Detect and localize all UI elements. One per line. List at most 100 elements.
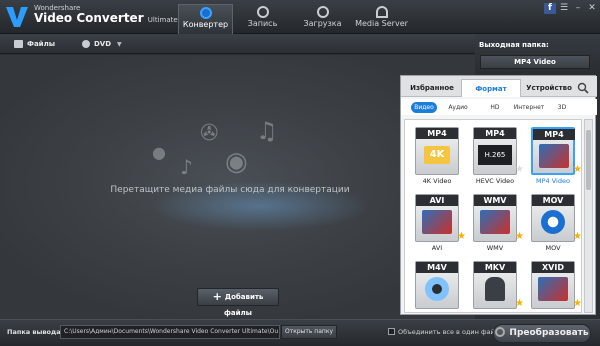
- output-folder-label: Папка вывода: [7, 328, 61, 336]
- tab-burn-label: Запись: [247, 19, 278, 28]
- open-folder-button[interactable]: Открыть папку: [281, 325, 337, 339]
- m4v-icon: M4V: [415, 261, 459, 309]
- files-label: Файлы: [27, 40, 56, 48]
- format-badge: AVI: [416, 195, 458, 206]
- subtab-internet[interactable]: Интернет: [513, 102, 545, 113]
- toolbar: Файлы DVD ▼: [0, 34, 475, 54]
- add-files-button[interactable]: + Добавить файлы: [197, 288, 279, 317]
- avi-icon: AVI: [415, 194, 459, 242]
- format-badge: MP4: [474, 128, 516, 139]
- format-sub-badge: H.265: [478, 145, 512, 165]
- camera-icon: ●: [152, 143, 166, 162]
- merge-all-option[interactable]: Объединить все в один файл: [388, 328, 499, 336]
- tab-format[interactable]: Формат: [461, 79, 521, 97]
- format-name: 4K Video: [422, 177, 452, 185]
- format-hevc-video[interactable]: MP4 H.265 ★ HEVC Video: [467, 123, 524, 189]
- format-wmv[interactable]: WMV ★ WMV: [467, 190, 524, 256]
- format-4k-video[interactable]: MP4 4K 4K Video: [409, 123, 465, 189]
- format-mov[interactable]: MOV ★ MOV: [525, 190, 581, 256]
- tab-converter-label: Конвертер: [182, 20, 229, 29]
- merge-label: Объединить все в один файл: [398, 328, 499, 336]
- format-grid: MP4 4K 4K Video MP4 H.265 ★ HEVC Video M…: [404, 119, 582, 313]
- format-badge: WMV: [474, 195, 516, 206]
- burn-icon: [256, 6, 269, 18]
- brand-name: Video Converter Ultimate: [34, 11, 178, 25]
- convert-label: Преобразовать: [509, 328, 589, 338]
- format-mp4-video[interactable]: MP4 ★ MP4 Video: [525, 123, 581, 189]
- film-icon: [539, 144, 569, 168]
- drop-hint: Перетащите медиа файлы сюда для конверта…: [110, 185, 350, 195]
- tab-download[interactable]: Загрузка: [295, 4, 350, 34]
- tab-converter[interactable]: Конвертер: [178, 4, 233, 34]
- app-logo-icon: [6, 7, 28, 27]
- menu-icon[interactable]: ☰: [558, 3, 570, 14]
- chevron-down-icon[interactable]: ▼: [117, 38, 122, 51]
- disc-icon: [82, 40, 90, 48]
- format-dropdown: Избранное Формат Устройство Видео Аудио …: [400, 75, 597, 315]
- star-icon: ★: [515, 298, 524, 309]
- star-icon: ★: [515, 231, 524, 242]
- format-xvid[interactable]: XVID ★: [525, 257, 581, 312]
- film-reel-icon: ✇: [200, 121, 219, 146]
- merge-checkbox[interactable]: [388, 328, 395, 335]
- format-badge: XVID: [532, 262, 574, 273]
- subtab-video[interactable]: Видео: [411, 102, 437, 113]
- output-folder-path[interactable]: C:\Users\Админ\Documents\Wondershare Vid…: [60, 325, 280, 339]
- dvd-button[interactable]: DVD ▼: [82, 38, 122, 51]
- convert-button[interactable]: Преобразовать: [493, 324, 591, 343]
- quicktime-icon: [541, 210, 565, 234]
- subtab-audio[interactable]: Аудио: [445, 102, 471, 113]
- add-files-toolbar-button[interactable]: Файлы: [14, 38, 55, 51]
- wifi-icon: [375, 6, 388, 18]
- format-grid-scrollbar[interactable]: [584, 119, 593, 313]
- brand: Wondershare Video Converter Ultimate: [34, 4, 178, 25]
- music-note-icon: ♪: [180, 155, 193, 179]
- itunes-icon: [425, 277, 449, 301]
- tab-media-server[interactable]: Media Server: [354, 4, 409, 34]
- mkv-icon: MKV: [473, 261, 517, 309]
- close-icon[interactable]: ✕: [586, 3, 598, 14]
- format-mkv[interactable]: MKV ★: [467, 257, 524, 312]
- scrollbar-thumb[interactable]: [586, 130, 591, 190]
- search-icon[interactable]: [577, 82, 589, 94]
- film-icon: [480, 210, 510, 234]
- disc-icon: ◉: [225, 147, 248, 177]
- subtab-3d[interactable]: 3D: [555, 102, 569, 113]
- format-name: MP4 Video: [536, 177, 570, 185]
- xvid-icon: XVID: [531, 261, 575, 309]
- add-files-label: Добавить файлы: [223, 293, 264, 317]
- file-icon: [14, 40, 23, 48]
- bottom-bar: Папка вывода C:\Users\Админ\Documents\Wo…: [0, 319, 600, 346]
- mp4-icon: MP4 4K: [415, 127, 459, 175]
- music-note-icon: ♫: [256, 117, 278, 145]
- format-badge: MKV: [474, 262, 516, 273]
- format-avi[interactable]: AVI ★ AVI: [409, 190, 466, 256]
- format-name: AVI: [431, 244, 443, 252]
- format-name: MOV: [545, 244, 561, 252]
- brand-edition: Ultimate: [147, 16, 178, 24]
- top-bar: Wondershare Video Converter Ultimate Кон…: [0, 0, 600, 34]
- format-dropdown-tabs: Избранное Формат Устройство: [401, 76, 597, 97]
- film-icon: [422, 210, 452, 234]
- wmv-icon: WMV: [473, 194, 517, 242]
- output-format-panel: Выходная папка: MP4 Video: [475, 34, 600, 74]
- convert-icon: [495, 327, 506, 337]
- convert-icon: [199, 7, 212, 19]
- matroska-icon: [485, 277, 505, 301]
- subtab-hd[interactable]: HD: [485, 102, 505, 113]
- format-badge: MOV: [532, 195, 574, 206]
- format-m4v[interactable]: M4V: [409, 257, 465, 312]
- plus-icon: +: [212, 290, 222, 303]
- output-format-select[interactable]: MP4 Video: [480, 55, 590, 69]
- star-icon: ★: [573, 231, 582, 242]
- tab-favorites[interactable]: Избранное: [405, 79, 459, 97]
- tab-media-server-label: Media Server: [355, 19, 408, 28]
- tab-device[interactable]: Устройство: [523, 79, 575, 97]
- minimize-icon[interactable]: –: [572, 3, 584, 14]
- tab-download-label: Загрузка: [303, 19, 342, 28]
- tab-burn[interactable]: Запись: [240, 4, 285, 34]
- format-badge: M4V: [416, 262, 458, 273]
- format-badge: MP4: [533, 129, 575, 140]
- format-name: WMV: [486, 244, 504, 252]
- facebook-icon[interactable]: f: [544, 3, 556, 14]
